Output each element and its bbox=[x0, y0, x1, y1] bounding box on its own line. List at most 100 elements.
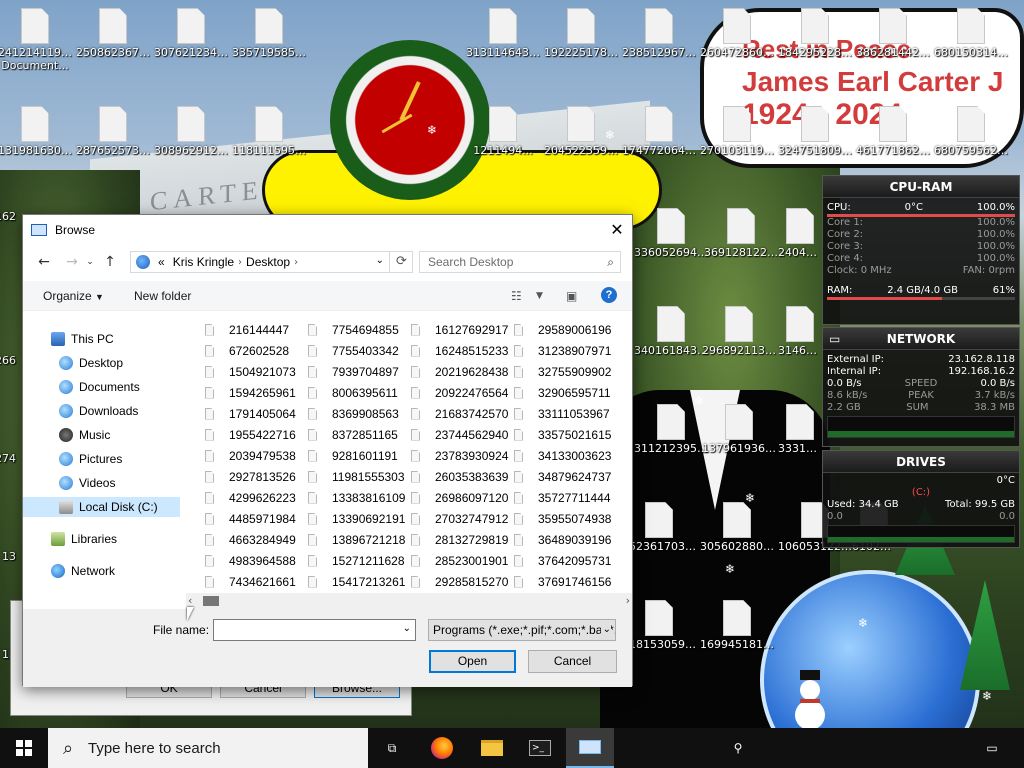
nav-local-disk[interactable]: Local Disk (C:) bbox=[23, 497, 180, 517]
file-item[interactable]: 1594265961 bbox=[203, 382, 306, 403]
file-item[interactable]: 4485971984 bbox=[203, 508, 306, 529]
file-item[interactable]: 9281601191 bbox=[306, 445, 409, 466]
file-item[interactable]: 1955422716 bbox=[203, 424, 306, 445]
nav-videos[interactable]: Videos bbox=[59, 473, 115, 493]
desktop-file-icon[interactable]: 3056028802... bbox=[698, 502, 776, 553]
file-item[interactable]: 32906595711 bbox=[512, 382, 615, 403]
desktop-file-icon[interactable]: 2604728605... bbox=[698, 8, 776, 59]
desktop-file-icon[interactable]: 162 bbox=[0, 210, 18, 223]
close-button[interactable]: ✕ bbox=[602, 215, 632, 245]
desktop-file-icon[interactable]: 3862814429... bbox=[854, 8, 932, 59]
view-dropdown-icon[interactable]: ▼ bbox=[536, 291, 543, 301]
desktop-file-icon[interactable]: 2508623671... bbox=[74, 8, 152, 59]
start-button[interactable] bbox=[0, 728, 48, 768]
file-item[interactable]: 216144447 bbox=[203, 319, 306, 340]
desktop-file-icon[interactable]: 6807595628... bbox=[932, 106, 1010, 157]
dialog-titlebar[interactable]: Browse bbox=[23, 215, 632, 245]
nav-pictures[interactable]: Pictures bbox=[59, 449, 122, 469]
file-item[interactable]: 35727711444 bbox=[512, 487, 615, 508]
desktop-file-icon[interactable]: 1699451811... bbox=[698, 600, 776, 651]
file-item[interactable]: 21683742570 bbox=[409, 403, 512, 424]
change-view-button[interactable]: ☷ bbox=[511, 289, 522, 303]
preview-pane-button[interactable]: ▣ bbox=[566, 289, 577, 303]
desktop-file-icon[interactable]: 13 bbox=[0, 504, 18, 563]
chevron-right-icon[interactable]: › bbox=[238, 257, 242, 268]
forward-nav-button[interactable]: → bbox=[61, 254, 83, 270]
file-type-select[interactable]: Programs (*.exe;*.pif;*.com;*.bat;*.cmd)… bbox=[428, 619, 616, 641]
file-item[interactable]: 20922476564 bbox=[409, 382, 512, 403]
horizontal-scrollbar[interactable]: ‹ › bbox=[186, 593, 632, 609]
desktop-file-icon[interactable]: 1181115958... bbox=[230, 106, 308, 157]
file-item[interactable]: 13896721218 bbox=[306, 529, 409, 550]
address-dropdown-icon[interactable]: ⌄ bbox=[376, 255, 384, 266]
desktop-file-icon[interactable]: 1211494... bbox=[464, 106, 542, 157]
task-view-button[interactable]: ⧉ bbox=[368, 728, 416, 768]
desktop-file-icon[interactable]: 3360526948... bbox=[632, 208, 710, 259]
file-item[interactable]: 8369908563 bbox=[306, 403, 409, 424]
file-item[interactable]: 16127692917 bbox=[409, 319, 512, 340]
chevron-down-icon[interactable]: ⌄ bbox=[403, 623, 411, 634]
file-item[interactable]: 7754694855 bbox=[306, 319, 409, 340]
desktop-file-icon[interactable]: 3247518093... bbox=[776, 106, 854, 157]
desktop-file-icon[interactable]: 2404916... bbox=[776, 208, 824, 259]
file-item[interactable]: 7434621661 bbox=[203, 571, 306, 589]
desktop-file-icon[interactable]: 4617718629... bbox=[854, 106, 932, 157]
desktop-file-icon[interactable]: 1747720642... bbox=[620, 106, 698, 157]
file-item[interactable]: 35955074938 bbox=[512, 508, 615, 529]
file-item[interactable]: 31238907971 bbox=[512, 340, 615, 361]
organize-button[interactable]: Organize ▼ bbox=[43, 289, 104, 303]
file-item[interactable]: 2039479538 bbox=[203, 445, 306, 466]
nav-this-pc[interactable]: This PC bbox=[51, 329, 114, 349]
up-nav-button[interactable]: ↑ bbox=[99, 254, 121, 270]
desktop-file-icon[interactable]: 2701031197... bbox=[698, 106, 776, 157]
desktop-file-icon[interactable]: 3089629123... bbox=[152, 106, 230, 157]
terminal-taskbar-button[interactable]: >_ bbox=[516, 728, 564, 768]
desktop-file-icon[interactable]: 1842952288... bbox=[776, 8, 854, 59]
search-box[interactable]: Search Desktop ⌕ bbox=[419, 251, 621, 273]
file-item[interactable]: 11981555303 bbox=[306, 466, 409, 487]
file-item[interactable]: 13390692191 bbox=[306, 508, 409, 529]
desktop-file-icon[interactable]: 3146379... bbox=[776, 306, 824, 357]
file-item[interactable]: 34133003623 bbox=[512, 445, 615, 466]
desktop-file-icon[interactable]: 2968921130... bbox=[700, 306, 778, 357]
desktop-file-icon[interactable]: 241214119.7...Document... bbox=[0, 8, 74, 72]
nav-libraries[interactable]: Libraries bbox=[51, 529, 117, 549]
file-item[interactable]: 7939704897 bbox=[306, 361, 409, 382]
nav-desktop[interactable]: Desktop bbox=[59, 353, 123, 373]
file-item[interactable]: 4299626223 bbox=[203, 487, 306, 508]
file-item[interactable]: 672602528 bbox=[203, 340, 306, 361]
desktop-file-icon[interactable]: 1379619362... bbox=[700, 404, 778, 455]
file-item[interactable]: 7755403342 bbox=[306, 340, 409, 361]
file-item[interactable]: 29285815270 bbox=[409, 571, 512, 589]
breadcrumb-desktop[interactable]: Desktop bbox=[246, 255, 290, 269]
scroll-right-icon[interactable]: › bbox=[626, 593, 630, 609]
open-button[interactable]: Open bbox=[429, 650, 516, 673]
nav-downloads[interactable]: Downloads bbox=[59, 401, 138, 421]
refresh-button[interactable]: ⟳ bbox=[389, 251, 413, 273]
desktop-file-icon[interactable]: 333188... bbox=[776, 404, 824, 455]
desktop-file-icon[interactable]: 266 bbox=[0, 308, 18, 367]
cancel-button[interactable]: Cancel bbox=[528, 650, 617, 673]
file-item[interactable]: 15417213261 bbox=[306, 571, 409, 589]
desktop-file-icon[interactable]: 3112123954... bbox=[632, 404, 710, 455]
file-item[interactable]: 4983964588 bbox=[203, 550, 306, 571]
file-explorer-taskbar-button[interactable] bbox=[468, 728, 516, 768]
desktop-file-icon[interactable]: 3691281226805 bbox=[702, 208, 780, 259]
file-item[interactable]: 13383816109 bbox=[306, 487, 409, 508]
file-item[interactable]: 23744562940 bbox=[409, 424, 512, 445]
file-item[interactable]: 26035383639 bbox=[409, 466, 512, 487]
desktop-file-icon[interactable]: 274 bbox=[0, 406, 18, 465]
file-item[interactable]: 20219628438 bbox=[409, 361, 512, 382]
desktop-file-icon[interactable]: 2876525732... bbox=[74, 106, 152, 157]
desktop-file-icon[interactable]: 1319816303... bbox=[0, 106, 74, 157]
file-item[interactable]: 32755909902 bbox=[512, 361, 615, 382]
address-bar[interactable]: « Kris Kringle › Desktop › ⌄ bbox=[130, 251, 413, 273]
desktop-file-icon[interactable]: 3401618432... bbox=[632, 306, 710, 357]
firefox-taskbar-button[interactable] bbox=[418, 728, 466, 768]
file-item[interactable]: 33575021615 bbox=[512, 424, 615, 445]
scroll-thumb[interactable] bbox=[203, 596, 219, 606]
taskbar-search-box[interactable]: ⌕ Type here to search bbox=[48, 728, 368, 768]
file-item[interactable]: 37691746156 bbox=[512, 571, 615, 589]
new-folder-button[interactable]: New folder bbox=[134, 289, 191, 303]
file-item[interactable]: 8372851165 bbox=[306, 424, 409, 445]
